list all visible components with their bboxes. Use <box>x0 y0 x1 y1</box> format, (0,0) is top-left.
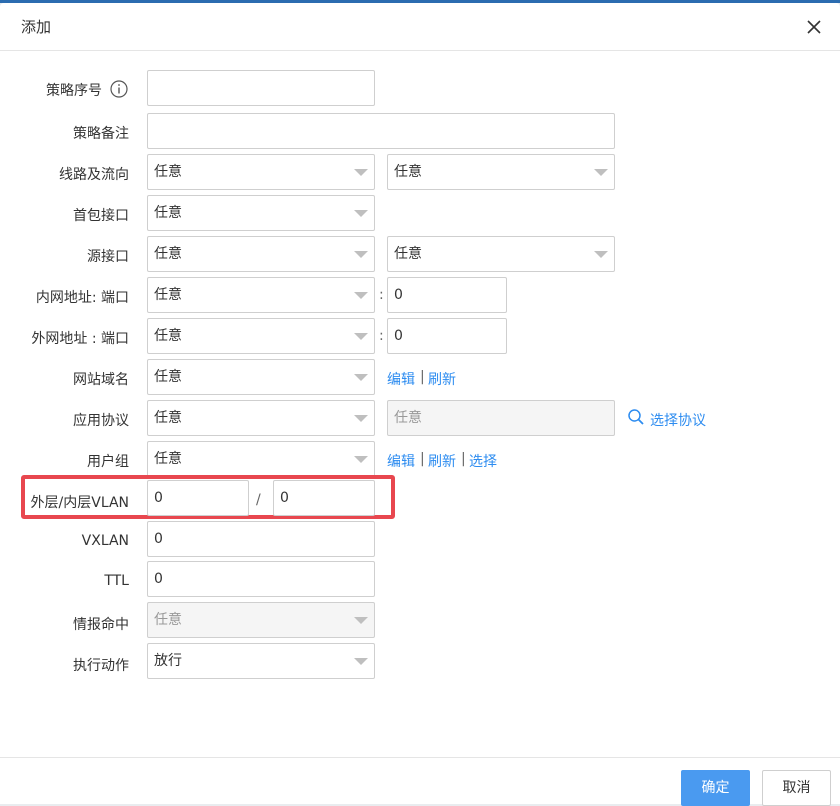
dropdown-caret-icon <box>354 210 368 217</box>
link-separator: | <box>420 451 425 467</box>
app-proto-value: 任意 <box>154 410 182 426</box>
policy-note-input[interactable] <box>147 113 615 149</box>
wan-addr-label: 外网地址 : 端口 <box>31 331 129 347</box>
user-group-edit-link[interactable]: 编辑 <box>387 451 415 471</box>
add-dialog: 添加 策略序号 策略备注 线路及流向 任意 任意 首包接口 任意 源接口 任意 … <box>0 3 840 806</box>
flow-select[interactable]: 任意 <box>387 154 615 190</box>
app-proto-select[interactable]: 任意 <box>147 400 375 436</box>
first-pkt-if-label: 首包接口 <box>73 208 129 224</box>
confirm-button[interactable]: 确定 <box>681 770 750 806</box>
app-proto-display: 任意 <box>387 400 615 436</box>
user-group-value: 任意 <box>154 451 182 467</box>
site-domain-select[interactable]: 任意 <box>147 359 375 395</box>
dialog-footer: 确定 取消 <box>0 757 840 806</box>
outer-vlan-input[interactable] <box>147 480 249 516</box>
line-select[interactable]: 任意 <box>147 154 375 190</box>
link-separator: | <box>461 451 466 467</box>
dropdown-caret-icon <box>594 169 608 176</box>
wan-addr-value: 任意 <box>154 328 182 344</box>
lan-port-input[interactable] <box>387 277 507 313</box>
user-group-refresh-link[interactable]: 刷新 <box>428 451 456 471</box>
vlan-label: 外层/内层VLAN <box>30 495 129 511</box>
policy-seq-input[interactable] <box>147 70 375 106</box>
policy-note-label: 策略备注 <box>73 126 129 142</box>
port-separator: : <box>379 328 384 344</box>
search-icon[interactable] <box>627 408 645 426</box>
cancel-button[interactable]: 取消 <box>762 770 831 806</box>
lan-addr-label: 内网地址: 端口 <box>35 290 129 306</box>
dropdown-caret-icon <box>354 415 368 422</box>
app-proto-label: 应用协议 <box>73 413 129 429</box>
src-if-value: 任意 <box>154 246 182 262</box>
policy-seq-label: 策略序号 <box>46 83 102 99</box>
flow-select-value: 任意 <box>394 164 422 180</box>
wan-addr-select[interactable]: 任意 <box>147 318 375 354</box>
src-if-select[interactable]: 任意 <box>147 236 375 272</box>
action-value: 放行 <box>154 653 182 669</box>
close-icon[interactable] <box>804 17 826 39</box>
first-pkt-if-value: 任意 <box>154 205 182 221</box>
inner-vlan-input[interactable] <box>273 480 375 516</box>
dropdown-caret-icon <box>354 333 368 340</box>
intel-hit-select[interactable]: 任意 <box>147 602 375 638</box>
site-domain-label: 网站域名 <box>73 372 129 388</box>
line-flow-label: 线路及流向 <box>59 167 129 183</box>
ttl-label: TTL <box>104 573 129 589</box>
intel-hit-value: 任意 <box>154 612 182 628</box>
site-domain-edit-link[interactable]: 编辑 <box>387 369 415 389</box>
user-group-select-link[interactable]: 选择 <box>469 451 497 471</box>
vxlan-label: VXLAN <box>81 533 129 549</box>
port-separator: : <box>379 287 384 303</box>
src-if-select-2[interactable]: 任意 <box>387 236 615 272</box>
intel-hit-label: 情报命中 <box>73 617 129 633</box>
src-if-label: 源接口 <box>87 249 129 265</box>
dropdown-caret-icon <box>354 374 368 381</box>
dropdown-caret-icon <box>354 251 368 258</box>
site-domain-value: 任意 <box>154 369 182 385</box>
action-select[interactable]: 放行 <box>147 643 375 679</box>
info-icon[interactable] <box>110 80 128 98</box>
app-proto-display-value: 任意 <box>394 410 422 426</box>
site-domain-refresh-link[interactable]: 刷新 <box>428 369 456 389</box>
dropdown-caret-icon <box>354 292 368 299</box>
src-if-value-2: 任意 <box>394 246 422 262</box>
action-label: 执行动作 <box>73 658 129 674</box>
dialog-title: 添加 <box>21 18 52 36</box>
vlan-separator: / <box>256 492 261 508</box>
lan-addr-value: 任意 <box>154 287 182 303</box>
dropdown-caret-icon <box>594 251 608 258</box>
user-group-label: 用户组 <box>87 454 129 470</box>
user-group-select[interactable]: 任意 <box>147 441 375 477</box>
first-pkt-if-select[interactable]: 任意 <box>147 195 375 231</box>
ttl-input[interactable] <box>147 561 375 597</box>
select-protocol-link[interactable]: 选择协议 <box>650 410 706 430</box>
dropdown-caret-icon <box>354 169 368 176</box>
dropdown-caret-icon <box>354 456 368 463</box>
lan-addr-select[interactable]: 任意 <box>147 277 375 313</box>
dialog-header: 添加 <box>0 3 840 51</box>
vxlan-input[interactable] <box>147 521 375 557</box>
line-select-value: 任意 <box>154 164 182 180</box>
dropdown-caret-icon <box>354 658 368 665</box>
wan-port-input[interactable] <box>387 318 507 354</box>
link-separator: | <box>420 369 425 385</box>
dropdown-caret-icon <box>354 617 368 624</box>
